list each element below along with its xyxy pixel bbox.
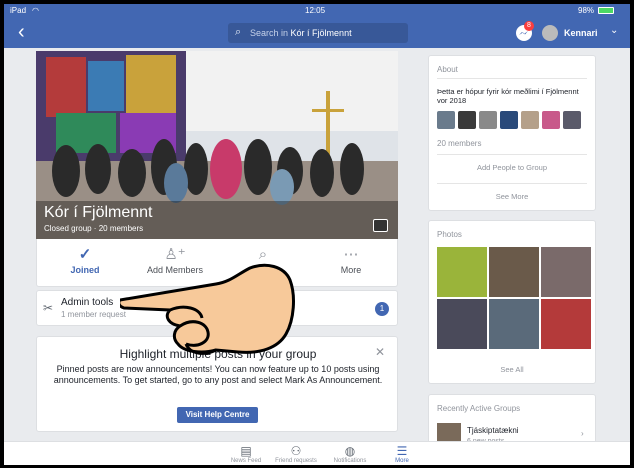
more-icon: ⋯ [343,246,359,263]
more-button[interactable]: ⋯ More [311,245,391,275]
photo-thumbnail[interactable] [489,299,539,349]
back-chevron-icon[interactable]: ‹ [18,22,25,42]
member-avatar[interactable] [437,111,455,129]
app-frame: iPad ◠ 12:05 98% ‹ ⌕ Search in Kór í Fjö… [4,4,630,465]
see-more-link[interactable]: See More [429,192,595,201]
camera-icon[interactable] [373,219,388,232]
member-avatar[interactable] [563,111,581,129]
tab-news-feed[interactable]: ▤ News Feed [218,444,274,464]
clock: 12:05 [305,6,326,15]
tab-label: Friend requests [275,458,317,464]
chevron-right-icon[interactable]: › [581,429,584,438]
photo-thumbnail[interactable] [489,247,539,297]
photo-thumbnail[interactable] [541,299,591,349]
group-privacy-info: Closed group · 20 members [44,224,144,233]
photo-thumbnail[interactable] [541,247,591,297]
battery-icon [598,7,614,14]
tab-more[interactable]: ☰ More [374,444,430,464]
group-description: Þetta er hópur fyrir kór meðlimi í Fjölm… [437,87,579,105]
user-name[interactable]: Kennari [564,28,598,38]
more-label: More [340,265,362,275]
visit-help-centre-button[interactable]: Visit Help Centre [177,407,258,423]
admin-badge: 1 [375,302,389,316]
chevron-down-icon[interactable]: ⌄ [610,25,618,36]
avatar[interactable] [542,25,558,41]
photo-thumbnail[interactable] [437,299,487,349]
see-all-photos-link[interactable]: See All [429,365,595,374]
search-icon: ⌕ [235,26,242,38]
member-avatar[interactable] [458,111,476,129]
group-search-field[interactable]: ⌕ Search in Kór í Fjölmennt [228,23,408,43]
tab-label: More [395,458,409,464]
member-request-count: 1 member request [61,310,126,319]
add-people-link[interactable]: Add People to Group [429,163,595,172]
photos-title: Photos [437,230,462,239]
notice-body: Pinned posts are now announcements! You … [53,364,383,385]
member-avatar[interactable] [521,111,539,129]
about-card: About Þetta er hópur fyrir kór meðlimi í… [428,55,596,211]
recent-groups-title: Recently Active Groups [437,404,521,413]
search-placeholder: Search in [250,28,289,38]
news-feed-icon: ▤ [240,444,252,458]
about-title: About [437,65,458,74]
photo-thumbnail[interactable] [437,247,487,297]
pointing-hand-icon [120,263,295,355]
divider [437,154,587,155]
members-count[interactable]: 20 members [437,139,481,148]
group-thumbnail[interactable] [437,423,461,443]
tab-label: News Feed [230,458,262,464]
joined-label: Joined [70,265,100,275]
tab-friend-requests[interactable]: ⚇ Friend requests [268,444,324,464]
tab-notifications[interactable]: ◍ Notifications [322,444,378,464]
messenger-badge: 8 [524,21,534,31]
divider [437,78,587,79]
tools-icon: ✂ [43,301,54,315]
tab-label: Notifications [333,458,367,464]
top-navigation: ‹ ⌕ Search in Kór í Fjölmennt 8 Kennari … [4,18,630,48]
admin-tools-title: Admin tools [61,297,114,308]
device-label: iPad [10,6,27,15]
joined-button[interactable]: ✓ Joined [45,245,125,275]
search-group-name: Kór í Fjölmennt [290,28,352,38]
wifi-icon: ◠ [32,6,39,15]
member-avatar[interactable] [479,111,497,129]
recent-group-name[interactable]: Tjáskiptatækni [467,426,519,435]
check-circle-icon: ✓ [78,246,92,263]
status-bar: iPad ◠ 12:05 98% [4,4,630,18]
bottom-tab-bar: ▤ News Feed ⚇ Friend requests ◍ Notifica… [4,441,630,465]
battery-level: 98% [578,6,595,15]
photos-card: Photos See All [428,220,596,384]
friends-icon: ⚇ [290,444,302,458]
close-icon[interactable]: ✕ [375,345,385,359]
member-avatar[interactable] [542,111,560,129]
group-cover-photo[interactable]: Kór í Fjölmennt Closed group · 20 member… [36,51,398,239]
menu-icon: ☰ [396,444,408,458]
group-name: Kór í Fjölmennt [44,204,153,221]
globe-icon: ◍ [344,444,356,458]
member-avatar[interactable] [500,111,518,129]
divider [437,183,587,184]
